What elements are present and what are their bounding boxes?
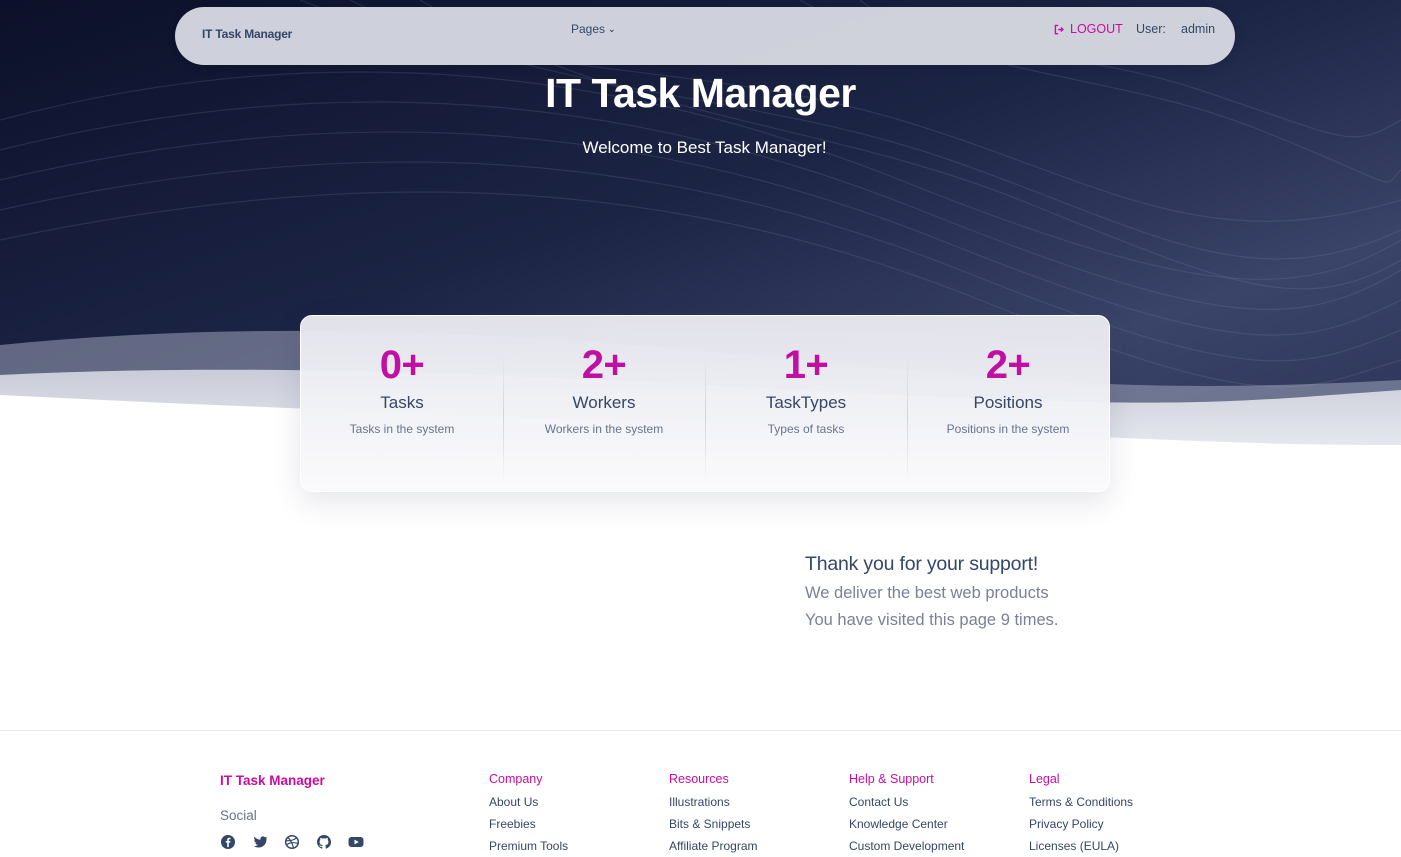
pages-label: Pages (571, 22, 606, 36)
thanks-line: We deliver the best web products (805, 584, 1049, 602)
stat-value: 1+ (783, 343, 829, 387)
thanks-section: Thank you for your support! We deliver t… (805, 553, 1058, 630)
youtube-icon[interactable] (348, 834, 364, 850)
github-icon[interactable] (316, 834, 332, 850)
stat-description: Workers in the system (544, 422, 664, 436)
stat-value: 2+ (581, 343, 627, 387)
pages-dropdown[interactable]: Pages ⌄ (571, 22, 616, 36)
logout-icon (1054, 24, 1064, 34)
logout-button[interactable]: LOGOUT (1054, 22, 1123, 36)
logout-label: LOGOUT (1070, 22, 1123, 36)
stat-description: Positions in the system (946, 422, 1070, 436)
footer-link-about-us[interactable]: About Us (489, 795, 568, 809)
stats-card: 0+ Tasks Tasks in the system 2+ Workers … (300, 315, 1110, 492)
thanks-heading: Thank you for your support! (805, 553, 1039, 575)
footer-link-privacy-policy[interactable]: Privacy Policy (1029, 817, 1133, 831)
stat-tasks: 0+ Tasks Tasks in the system (301, 316, 503, 491)
twitter-icon[interactable] (252, 834, 268, 850)
social-icons (220, 834, 364, 850)
footer-link-affiliate-program[interactable]: Affiliate Program (669, 839, 757, 853)
footer-link-contact-us[interactable]: Contact Us (849, 795, 964, 809)
footer-brand[interactable]: IT Task Manager (220, 773, 325, 788)
hero-title: IT Task Manager (545, 70, 856, 116)
stat-value: 0+ (379, 343, 425, 387)
footer-link-terms[interactable]: Terms & Conditions (1029, 795, 1133, 809)
footer-social-label: Social (220, 808, 257, 823)
footer-link-custom-development[interactable]: Custom Development (849, 839, 964, 853)
visit-counter: You have visited this page 9 times. (805, 611, 1059, 629)
stat-label: Workers (572, 393, 636, 412)
stat-tasktypes: 1+ TaskTypes Types of tasks (705, 316, 907, 491)
footer-column-title: Company (489, 772, 543, 786)
footer-link-bits-snippets[interactable]: Bits & Snippets (669, 817, 757, 831)
stat-value: 2+ (985, 343, 1031, 387)
footer-column-help-support: Help & Support Contact Us Knowledge Cent… (849, 772, 964, 857)
footer-link-freebies[interactable]: Freebies (489, 817, 568, 831)
stat-label: TaskTypes (765, 393, 847, 412)
footer-column-company: Company About Us Freebies Premium Tools (489, 772, 568, 857)
footer-column-title: Legal (1029, 772, 1060, 786)
username: admin (1181, 22, 1216, 36)
stat-description: Tasks in the system (349, 422, 455, 436)
facebook-icon[interactable] (220, 834, 236, 850)
stat-workers: 2+ Workers Workers in the system (503, 316, 705, 491)
footer-column-resources: Resources Illustrations Bits & Snippets … (669, 772, 757, 857)
stat-label: Positions (973, 393, 1043, 412)
footer-column-legal: Legal Terms & Conditions Privacy Policy … (1029, 772, 1133, 857)
footer-column-title: Resources (669, 772, 729, 786)
footer-link-illustrations[interactable]: Illustrations (669, 795, 757, 809)
user-label: User: (1136, 22, 1166, 36)
footer-link-licenses[interactable]: Licenses (EULA) (1029, 839, 1133, 853)
stat-description: Types of tasks (767, 422, 845, 436)
stat-positions: 2+ Positions Positions in the system (907, 316, 1109, 491)
hero-subtitle: Welcome to Best Task Manager! (582, 138, 827, 157)
footer-divider (0, 730, 1401, 731)
stat-label: Tasks (380, 393, 424, 412)
navbar-brand[interactable]: IT Task Manager (202, 27, 292, 41)
footer-link-premium-tools[interactable]: Premium Tools (489, 839, 568, 853)
footer-link-knowledge-center[interactable]: Knowledge Center (849, 817, 964, 831)
chevron-down-icon: ⌄ (608, 23, 616, 34)
footer-column-title: Help & Support (849, 772, 934, 786)
dribbble-icon[interactable] (284, 834, 300, 850)
navbar: IT Task Manager Pages ⌄ LOGOUT User: adm… (175, 7, 1235, 65)
